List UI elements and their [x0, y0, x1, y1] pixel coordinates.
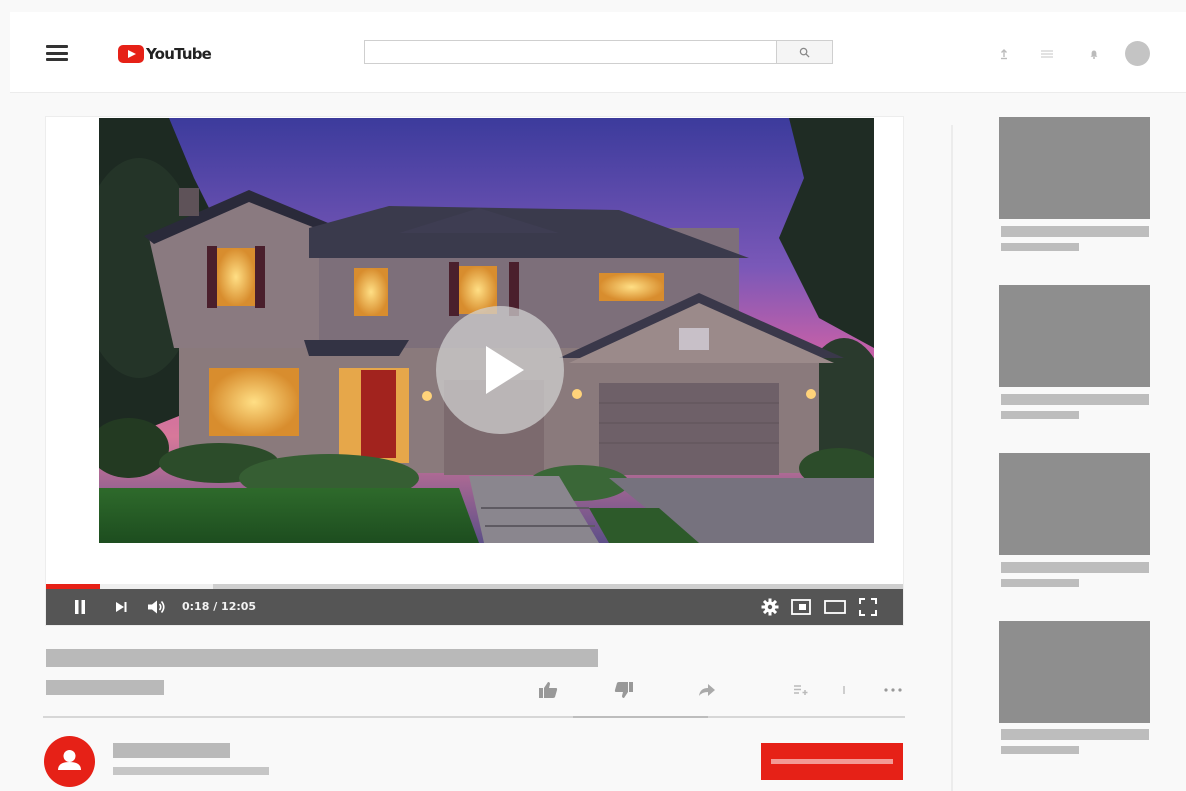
- theater-mode-button[interactable]: [822, 589, 848, 625]
- related-video-channel-placeholder: [1001, 746, 1079, 754]
- thumbs-down-icon: [614, 682, 633, 698]
- upload-icon[interactable]: [998, 48, 1010, 60]
- player-controls: 0:18 / 12:05: [46, 589, 903, 625]
- more-icon: [884, 688, 902, 692]
- related-video-channel-placeholder: [1001, 411, 1079, 419]
- fullscreen-button[interactable]: [856, 589, 880, 625]
- pause-button[interactable]: [68, 589, 92, 625]
- search-input[interactable]: [364, 40, 776, 64]
- account-avatar[interactable]: [1125, 41, 1150, 66]
- volume-icon: [148, 600, 165, 614]
- search-icon: [799, 47, 810, 58]
- volume-button[interactable]: [144, 589, 170, 625]
- youtube-logo[interactable]: YouTube: [118, 44, 212, 64]
- related-video-thumbnail[interactable]: [999, 453, 1150, 555]
- channel-avatar[interactable]: [44, 736, 95, 787]
- related-video-title-placeholder: [1001, 729, 1149, 740]
- search-button[interactable]: [776, 40, 833, 64]
- related-video-channel-placeholder: [1001, 579, 1079, 587]
- related-video-title-placeholder: [1001, 226, 1149, 237]
- logo-text: YouTube: [146, 45, 212, 63]
- masthead: YouTube: [10, 12, 1186, 93]
- related-video-thumbnail[interactable]: [999, 285, 1150, 387]
- time-display: 0:18 / 12:05: [182, 600, 257, 613]
- youtube-watch-page: YouTube 0:18 / 12:05: [0, 0, 1186, 791]
- related-video-thumbnail[interactable]: [999, 117, 1150, 219]
- video-title-placeholder: [46, 649, 598, 667]
- apps-icon[interactable]: [1040, 48, 1054, 60]
- related-video-thumbnail[interactable]: [999, 621, 1150, 723]
- play-button-overlay[interactable]: [436, 306, 564, 434]
- settings-button[interactable]: [759, 589, 781, 625]
- subscribe-label-placeholder: [771, 759, 893, 764]
- gear-icon: [761, 598, 779, 616]
- bell-icon[interactable]: [1088, 48, 1100, 60]
- channel-name-placeholder: [113, 743, 230, 758]
- divider-accent: [573, 716, 708, 718]
- save-button[interactable]: [790, 680, 812, 700]
- miniplayer-button[interactable]: [789, 589, 813, 625]
- video-player[interactable]: 0:18 / 12:05: [46, 117, 903, 625]
- more-actions-button[interactable]: [880, 680, 906, 700]
- user-icon: [58, 750, 81, 770]
- pause-icon: [75, 600, 85, 614]
- view-count-placeholder: [46, 680, 164, 695]
- download-icon: [843, 686, 845, 694]
- playlist-add-icon: [794, 685, 808, 695]
- dislike-button[interactable]: [612, 680, 636, 700]
- related-video-title-placeholder: [1001, 562, 1149, 573]
- related-video-title-placeholder: [1001, 394, 1149, 405]
- subscribe-button[interactable]: [761, 743, 903, 780]
- youtube-play-logo-icon: [118, 45, 144, 63]
- like-button[interactable]: [536, 680, 560, 700]
- thumbs-up-icon: [539, 682, 558, 698]
- subscriber-count-placeholder: [113, 767, 269, 775]
- sidebar-separator: [951, 125, 953, 791]
- share-button[interactable]: [696, 680, 718, 700]
- theater-icon: [824, 600, 846, 614]
- share-icon: [699, 684, 715, 696]
- download-button[interactable]: [836, 680, 852, 700]
- hamburger-icon[interactable]: [46, 45, 68, 61]
- next-button[interactable]: [110, 589, 132, 625]
- related-video-channel-placeholder: [1001, 243, 1079, 251]
- section-divider: [43, 716, 905, 718]
- miniplayer-icon: [791, 599, 811, 615]
- next-icon: [116, 602, 127, 612]
- fullscreen-icon: [859, 598, 877, 616]
